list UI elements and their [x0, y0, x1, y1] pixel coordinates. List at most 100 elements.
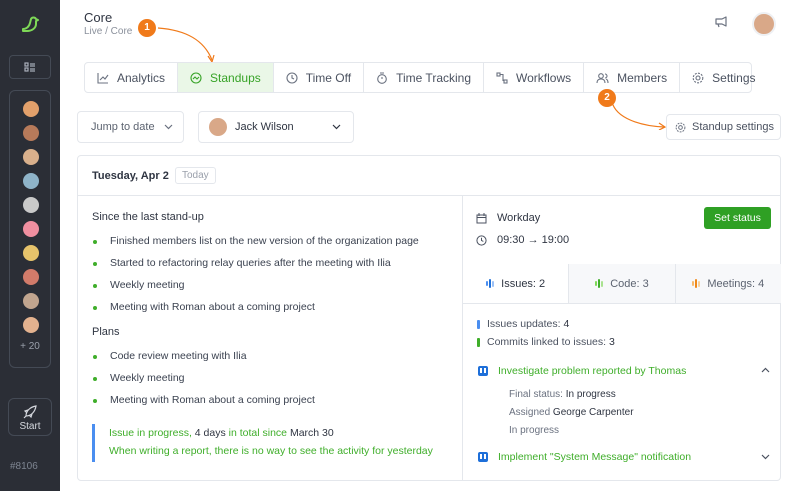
tab-analytics[interactable]: Analytics	[85, 63, 179, 92]
user-avatar[interactable]	[752, 12, 776, 36]
meta-value: In progress	[565, 389, 616, 400]
start-button[interactable]: Start	[8, 398, 52, 436]
clock-icon	[476, 234, 487, 246]
version-label: #8106	[10, 461, 38, 472]
workday-label: Workday	[497, 212, 541, 224]
tab-label: Time Off	[305, 70, 352, 85]
list-item: Finished members list on the new version…	[92, 235, 419, 247]
tab-settings[interactable]: Settings	[680, 63, 767, 92]
note-text: in total since	[228, 427, 288, 439]
tab-label: Members	[617, 70, 668, 85]
issue-title: Investigate problem reported by Thomas	[498, 365, 687, 377]
meta-value: George Carpenter	[552, 407, 634, 418]
main-area: Core Live / Core 1 Analytics Standups Ti…	[60, 0, 800, 491]
grid-icon	[24, 62, 35, 72]
list-item: Meeting with Roman about a coming projec…	[92, 394, 315, 406]
clock-icon	[286, 71, 298, 84]
workspace-grid-button[interactable]	[9, 55, 51, 79]
chevron-down-icon[interactable]	[761, 454, 770, 460]
meta-label: Final status:	[509, 389, 563, 400]
issue-progress-note: Issue in progress, 4 days in total since…	[92, 424, 447, 462]
member-avatar[interactable]	[23, 125, 39, 141]
issue-status: In progress	[509, 425, 560, 436]
issue-final-status: Final status: In progress	[509, 389, 616, 400]
work-hours: 09:30 → 19:00	[497, 234, 570, 246]
member-avatar[interactable]	[23, 221, 39, 237]
member-select[interactable]: Jack Wilson	[198, 111, 354, 143]
issues-updates-stat: Issues updates: 4	[477, 318, 569, 330]
divider	[78, 195, 780, 196]
stat-value: 3	[608, 336, 615, 348]
blocker-text: When writing a report, there is no way t…	[109, 445, 433, 457]
tab-workflows[interactable]: Workflows	[484, 63, 585, 92]
tab-label: Issues: 2	[501, 277, 546, 290]
bird-logo-icon[interactable]	[20, 14, 40, 34]
tab-label: Standups	[210, 70, 261, 85]
tab-issues[interactable]: Issues: 2	[463, 264, 569, 303]
gear-icon	[675, 122, 686, 132]
set-status-button[interactable]: Set status	[704, 207, 771, 229]
standup-settings-button[interactable]: Standup settings	[666, 114, 781, 140]
chevron-up-icon[interactable]	[761, 367, 770, 373]
tab-time-off[interactable]: Time Off	[274, 63, 365, 92]
note-text: Issue in progress,	[109, 427, 192, 439]
tab-members[interactable]: Members	[584, 63, 681, 92]
annotation-arrow-1	[157, 27, 215, 64]
section-tabs: Analytics Standups Time Off Time Trackin…	[84, 62, 756, 93]
member-avatar[interactable]	[23, 269, 39, 285]
tab-time-tracking[interactable]: Time Tracking	[364, 63, 484, 92]
list-item: Weekly meeting	[92, 279, 185, 291]
list-item: Code review meeting with Ilia	[92, 350, 247, 362]
issue-item[interactable]: Investigate problem reported by Thomas	[478, 365, 686, 377]
member-avatar[interactable]	[23, 197, 39, 213]
list-item: Meeting with Roman about a coming projec…	[92, 301, 315, 313]
tab-label: Analytics	[117, 70, 166, 85]
member-avatar[interactable]	[23, 293, 39, 309]
settings-label: Standup settings	[692, 121, 774, 133]
member-avatar[interactable]	[23, 317, 39, 333]
tab-label: Time Tracking	[396, 70, 471, 85]
member-avatar[interactable]	[23, 245, 39, 261]
annotation-arrow-2	[611, 101, 667, 130]
meta-label: Assigned	[509, 407, 551, 418]
announcement-icon[interactable]	[714, 15, 728, 29]
tab-standups[interactable]: Standups	[178, 63, 274, 92]
jump-label: Jump to date	[91, 121, 155, 133]
stopwatch-icon	[377, 71, 387, 84]
list-item: Weekly meeting	[92, 372, 185, 384]
avatar	[209, 118, 227, 136]
annotation-badge-1: 1	[138, 19, 156, 37]
member-name: Jack Wilson	[235, 121, 294, 133]
standup-date: Tuesday, Apr 2	[92, 170, 169, 182]
note-date: March 30	[289, 427, 334, 439]
users-icon	[596, 72, 609, 83]
workflow-icon	[496, 71, 508, 84]
divider	[462, 196, 463, 481]
rocket-icon	[23, 405, 37, 419]
commits-stat: Commits linked to issues: 3	[477, 336, 615, 348]
issue-item[interactable]: Implement "System Message" notification	[478, 451, 691, 463]
stat-label: Issues updates:	[487, 318, 561, 330]
stat-label: Commits linked to issues:	[487, 336, 607, 348]
chevron-down-icon	[164, 124, 173, 130]
member-avatar[interactable]	[23, 173, 39, 189]
start-label: Start	[19, 421, 41, 432]
page-title: Core	[84, 10, 113, 25]
member-avatar-list: + 20	[9, 90, 51, 368]
tab-label: Settings	[712, 70, 756, 85]
member-avatar[interactable]	[23, 149, 39, 165]
jump-to-date-dropdown[interactable]: Jump to date	[77, 111, 184, 143]
tab-meetings[interactable]: Meetings: 4	[674, 264, 781, 303]
breadcrumb[interactable]: Live / Core	[84, 26, 132, 37]
trello-icon	[478, 452, 488, 462]
member-avatar[interactable]	[23, 101, 39, 117]
tab-label: Meetings: 4	[707, 277, 765, 290]
plans-heading: Plans	[92, 326, 120, 338]
today-badge: Today	[175, 167, 216, 184]
hours-row: 09:30 → 19:00	[476, 234, 569, 246]
tab-code[interactable]: Code: 3	[568, 264, 675, 303]
calendar-icon	[476, 212, 487, 223]
activity-tabs: Issues: 2 Code: 3 Meetings: 4	[463, 264, 781, 304]
more-members-count[interactable]: + 20	[10, 341, 50, 352]
note-days: 4 days	[194, 427, 226, 439]
